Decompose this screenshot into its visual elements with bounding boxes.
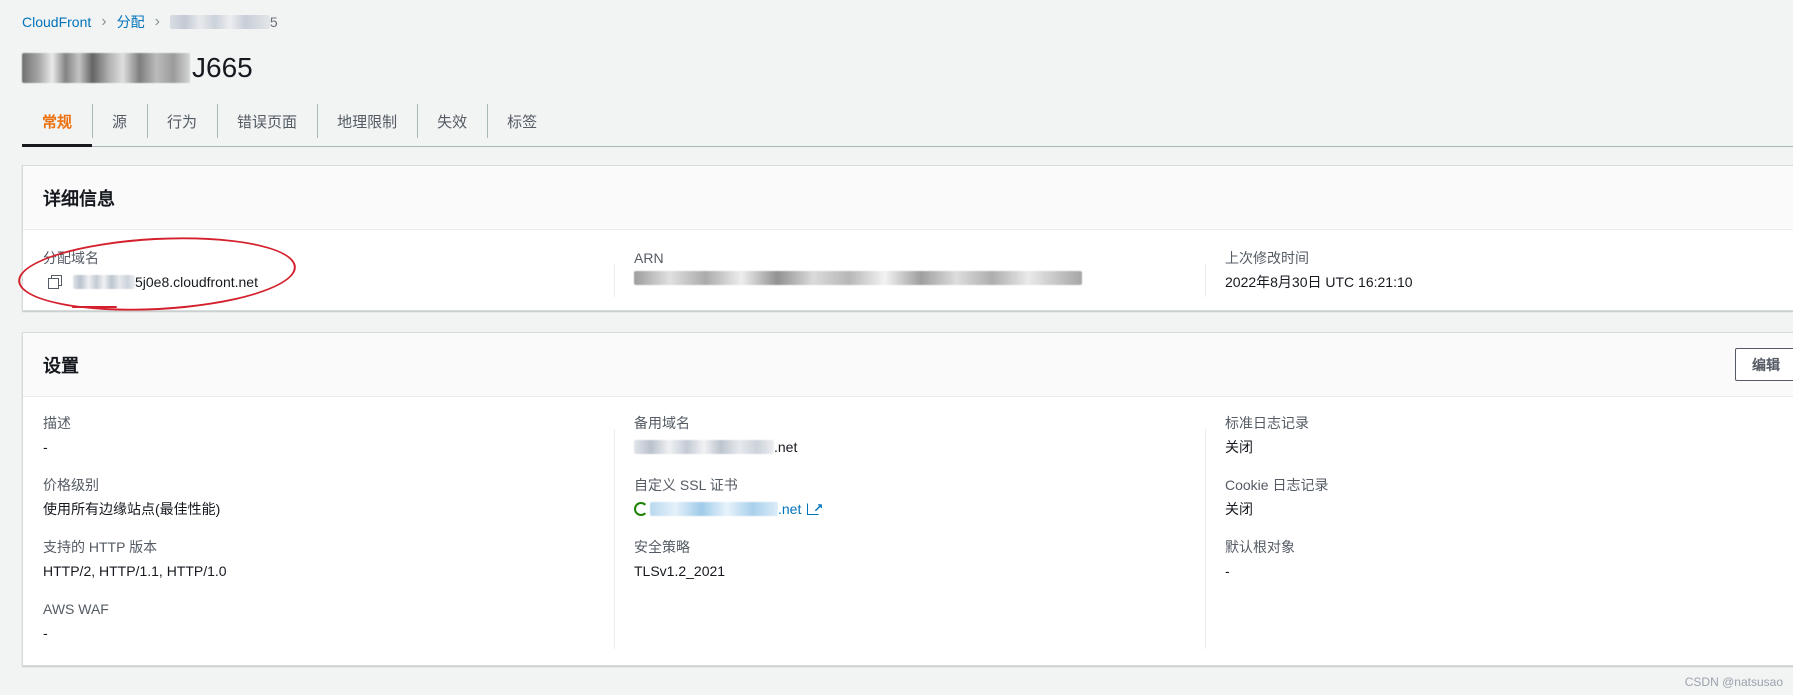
chevron-right-icon: › — [154, 13, 160, 30]
details-col-modified: 上次修改时间 2022年8月30日 UTC 16:21:10 — [1205, 248, 1793, 311]
page-title-suffix: J665 — [192, 52, 253, 83]
standard-logging-value: 关闭 — [1225, 439, 1253, 455]
tab-invalidations[interactable]: 失效 — [417, 96, 487, 146]
breadcrumb-cloudfront-link[interactable]: CloudFront — [22, 14, 91, 30]
alternate-domain-redacted — [634, 440, 774, 454]
field-aws-waf: AWS WAF - — [43, 599, 594, 661]
settings-col-1: 描述 - 价格级别 使用所有边缘站点(最佳性能) 支持的 HTTP 版本 HTT… — [23, 413, 614, 667]
security-policy-label: 安全策略 — [634, 539, 690, 555]
last-modified-label: 上次修改时间 — [1225, 250, 1309, 266]
details-panel-title: 详细信息 — [43, 188, 115, 209]
field-security-policy: 安全策略 TLSv1.2_2021 — [634, 537, 1185, 599]
details-panel: 详细信息 分配域名 5j0e8.cloudfront.net ARN 上次修改时… — [22, 165, 1793, 311]
tab-error-pages[interactable]: 错误页面 — [217, 96, 317, 146]
field-standard-logging: 标准日志记录 关闭 — [1225, 413, 1776, 475]
details-panel-header: 详细信息 — [23, 166, 1793, 230]
tab-origins[interactable]: 源 — [92, 96, 147, 146]
breadcrumb: CloudFront › 分配 › 5 — [22, 12, 278, 32]
description-value: - — [43, 439, 48, 455]
standard-logging-label: 标准日志记录 — [1225, 415, 1309, 431]
domain-suffix: 5j0e8.cloudfront.net — [135, 274, 258, 290]
description-label: 描述 — [43, 415, 71, 431]
details-columns: 分配域名 5j0e8.cloudfront.net ARN 上次修改时间 202… — [23, 230, 1793, 311]
tab-tags[interactable]: 标签 — [487, 96, 557, 146]
settings-panel-header: 设置 编辑 — [23, 333, 1793, 397]
arn-value — [634, 271, 1185, 285]
alternate-domain-label: 备用域名 — [634, 415, 690, 431]
price-class-label: 价格级别 — [43, 477, 99, 493]
field-cookie-logging: Cookie 日志记录 关闭 — [1225, 475, 1776, 537]
distribution-domain-value: 5j0e8.cloudfront.net — [43, 271, 594, 293]
ssl-certificate-link-suffix[interactable]: .net — [778, 498, 801, 520]
watermark: CSDN @natsusao — [1684, 675, 1783, 689]
field-ssl-certificate: 自定义 SSL 证书 .net — [634, 475, 1185, 537]
arn-label: ARN — [634, 250, 664, 266]
distribution-domain-label: 分配域名 — [43, 250, 99, 266]
breadcrumb-current-redacted — [169, 15, 270, 29]
default-root-object-label: 默认根对象 — [1225, 539, 1295, 555]
aws-waf-label: AWS WAF — [43, 601, 109, 617]
details-col-arn: ARN — [614, 248, 1205, 311]
breadcrumb-distributions-link[interactable]: 分配 — [117, 12, 145, 32]
external-link-icon[interactable] — [807, 497, 823, 519]
alternate-domain-suffix: .net — [774, 439, 798, 455]
edit-button[interactable]: 编辑 — [1735, 348, 1793, 381]
tab-general[interactable]: 常规 — [22, 96, 93, 147]
chevron-right-icon: › — [101, 13, 107, 30]
default-root-object-value: - — [1225, 563, 1230, 579]
arn-redacted — [634, 271, 1082, 285]
http-versions-value: HTTP/2, HTTP/1.1, HTTP/1.0 — [43, 563, 227, 579]
ssl-certificate-label: 自定义 SSL 证书 — [634, 477, 738, 493]
http-versions-label: 支持的 HTTP 版本 — [43, 539, 158, 555]
security-policy-value: TLSv1.2_2021 — [634, 563, 726, 579]
ssl-certificate-value: .net — [634, 497, 1185, 520]
details-col-domain: 分配域名 5j0e8.cloudfront.net — [23, 248, 614, 311]
field-alternate-domain: 备用域名 .net — [634, 413, 1185, 475]
copy-icon[interactable] — [47, 274, 63, 290]
aws-waf-value: - — [43, 625, 48, 641]
status-ok-icon — [634, 502, 648, 516]
breadcrumb-current-tail: 5 — [269, 14, 278, 30]
settings-col-3: 标准日志记录 关闭 Cookie 日志记录 关闭 默认根对象 - — [1205, 413, 1793, 667]
field-default-root-object: 默认根对象 - — [1225, 537, 1776, 599]
field-price-class: 价格级别 使用所有边缘站点(最佳性能) — [43, 475, 594, 537]
last-modified-value: 2022年8月30日 UTC 16:21:10 — [1225, 274, 1413, 290]
settings-col-2: 备用域名 .net 自定义 SSL 证书 .net 安全策略 TLSv1.2_2… — [614, 413, 1205, 667]
cookie-logging-value: 关闭 — [1225, 501, 1253, 517]
price-class-value: 使用所有边缘站点(最佳性能) — [43, 501, 221, 517]
annotation-stroke — [72, 306, 117, 308]
field-http-versions: 支持的 HTTP 版本 HTTP/2, HTTP/1.1, HTTP/1.0 — [43, 537, 594, 599]
settings-columns: 描述 - 价格级别 使用所有边缘站点(最佳性能) 支持的 HTTP 版本 HTT… — [23, 397, 1793, 667]
settings-panel: 设置 编辑 描述 - 价格级别 使用所有边缘站点(最佳性能) 支持的 HTTP … — [22, 332, 1793, 666]
ssl-certificate-redacted[interactable] — [650, 502, 778, 516]
cookie-logging-label: Cookie 日志记录 — [1225, 477, 1329, 493]
page-title-redacted — [22, 53, 190, 83]
tab-geo-restrictions[interactable]: 地理限制 — [317, 96, 417, 146]
field-description: 描述 - — [43, 413, 594, 475]
domain-redacted — [73, 275, 135, 289]
tab-bar: 常规 源 行为 错误页面 地理限制 失效 标签 — [22, 96, 1793, 147]
page-title: J665 — [22, 50, 253, 86]
alternate-domain-value: .net — [634, 436, 1185, 458]
tab-behaviors[interactable]: 行为 — [147, 96, 217, 146]
settings-panel-title: 设置 — [43, 355, 79, 376]
